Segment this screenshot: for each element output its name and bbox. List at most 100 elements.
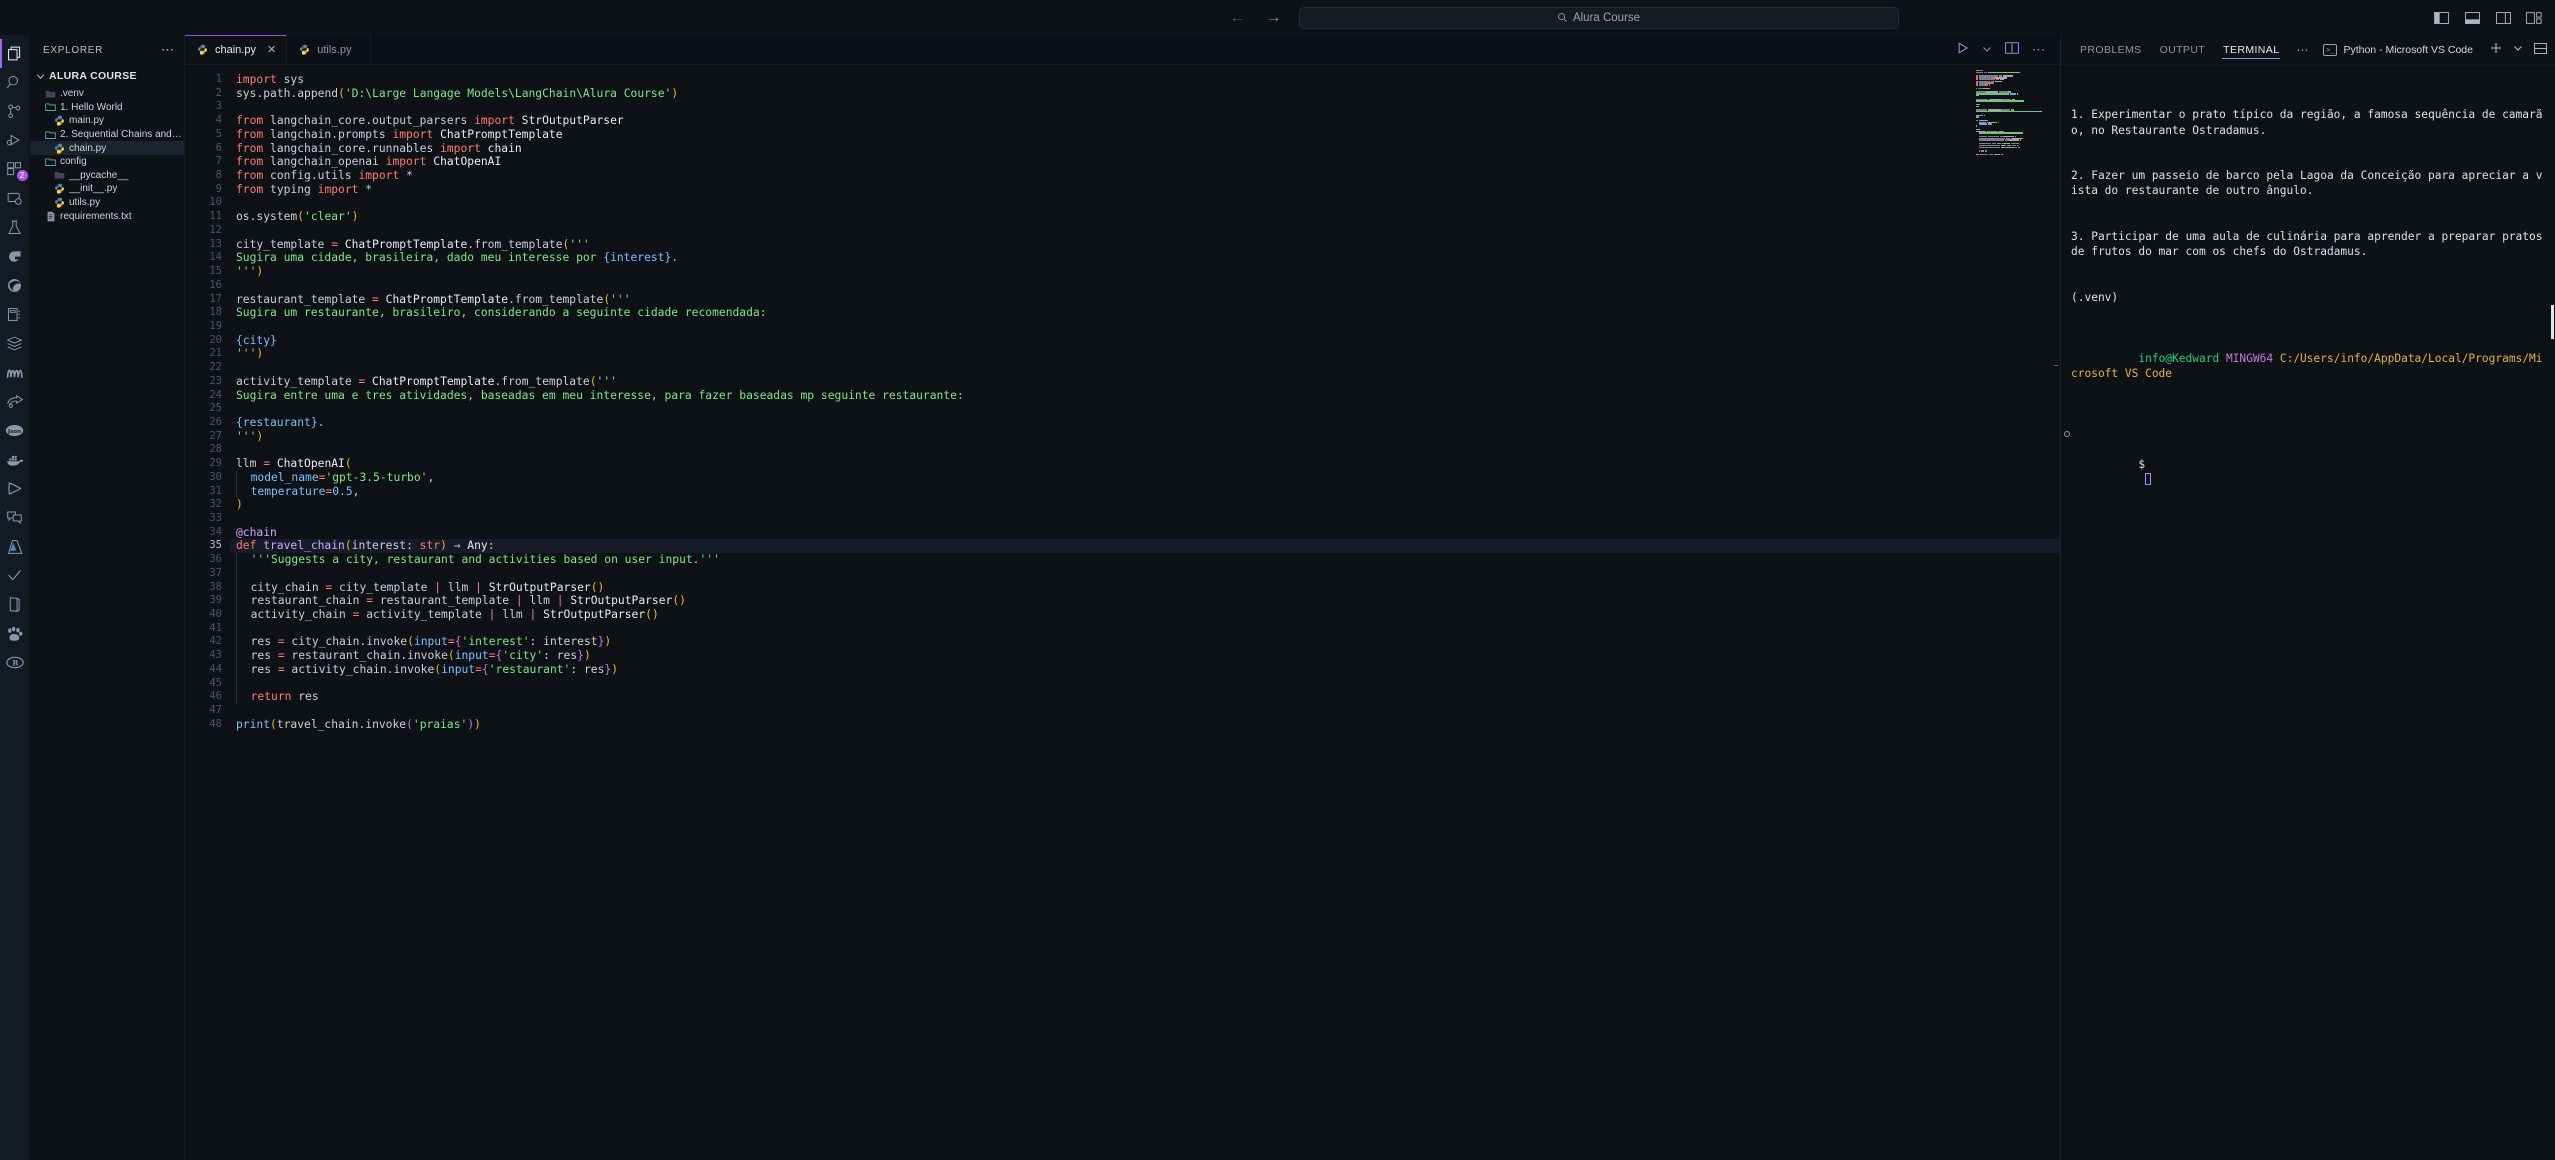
code-line[interactable]: os.system('clear') (230, 210, 2060, 224)
split-panel-icon[interactable] (2534, 42, 2547, 57)
tree-item-1-hello-world[interactable]: 1. Hello World (30, 101, 184, 115)
terminal-input-line[interactable]: $ (2064, 427, 2545, 503)
sidebar-item-notebooks[interactable] (0, 300, 30, 329)
code-line[interactable]: Sugira uma cidade, brasileira, dado meu … (230, 251, 2060, 265)
sidebar-item-explorer[interactable] (0, 39, 30, 68)
sidebar-item-edge-tools[interactable] (0, 271, 30, 300)
code-line[interactable]: restaurant_chain = restaurant_template |… (236, 594, 2060, 609)
sidebar-item-source-control[interactable] (0, 97, 30, 126)
new-terminal-icon[interactable] (2490, 42, 2502, 57)
code-line[interactable]: res = restaurant_chain.invoke(input={'ci… (236, 649, 2060, 663)
code-line[interactable] (230, 196, 2060, 210)
code-line[interactable] (236, 676, 2060, 691)
sidebar-item-todo-tree[interactable] (0, 561, 30, 590)
tree-item-pycache[interactable]: __pycache__ (30, 169, 184, 183)
code-line[interactable]: Sugira entre uma e tres atividades, base… (230, 389, 2060, 403)
tree-item-requirements-txt[interactable]: requirements.txt (30, 209, 184, 223)
code-line[interactable]: llm = ChatOpenAI( (230, 457, 2060, 471)
split-editor-icon[interactable] (2005, 41, 2019, 59)
tree-item-chain-py[interactable]: chain.py (30, 141, 184, 155)
tab-problems[interactable]: PROBLEMS (2071, 35, 2151, 65)
code-line[interactable]: @chain (230, 526, 2060, 540)
toggle-primary-sidebar-icon[interactable] (2432, 11, 2450, 25)
close-icon[interactable]: ✕ (267, 43, 276, 56)
terminal-scrollbar[interactable] (2551, 305, 2554, 339)
code-line[interactable]: restaurant_template = ChatPromptTemplate… (230, 293, 2060, 307)
code-line[interactable]: activity_chain = activity_template | llm… (236, 608, 2060, 622)
sidebar-item-thunder-client[interactable] (0, 474, 30, 503)
sidebar-item-gitlens[interactable] (0, 242, 30, 271)
toggle-panel-icon[interactable] (2463, 11, 2481, 25)
terminal-selector[interactable]: >_ Python - Microsoft VS Code (2323, 43, 2473, 56)
code-line[interactable]: ) (230, 498, 2060, 512)
code-line[interactable]: temperature=0.5, (236, 484, 2060, 499)
more-actions-icon[interactable]: ⋯ (2032, 43, 2046, 56)
tree-item-utils-py[interactable]: utils.py (30, 196, 184, 210)
code-line[interactable]: sys.path.append('D:\Large Langage Models… (230, 87, 2060, 101)
code-line[interactable]: from typing import * (230, 183, 2060, 197)
code-line[interactable]: from langchain_openai import ChatOpenAI (230, 155, 2060, 169)
code-line[interactable]: print(travel_chain.invoke('praias')) (230, 718, 2060, 732)
sidebar-item-baidu[interactable] (0, 619, 30, 648)
arrow-right-icon[interactable]: → (1263, 7, 1285, 29)
editor-vertical-scrollbar[interactable] (2050, 65, 2060, 1160)
sidebar-item-remote-explorer[interactable] (0, 184, 30, 213)
sidebar-item-live-share[interactable] (0, 387, 30, 416)
code-line[interactable]: res = activity_chain.invoke(input={'rest… (236, 662, 2060, 677)
arrow-left-icon[interactable]: ← (1227, 7, 1249, 29)
code-line[interactable]: from config.utils import * (230, 169, 2060, 183)
ellipsis-icon[interactable]: ⋯ (161, 43, 175, 56)
code-line[interactable] (230, 224, 2060, 238)
code-line[interactable]: from langchain_core.runnables import cha… (230, 142, 2060, 156)
tree-item-2-sequential-chains-and-output-par[interactable]: 2. Sequential Chains and Output Par... (30, 128, 184, 142)
code-content[interactable]: import sys sys.path.append('D:\Large Lang… (230, 65, 2060, 1160)
code-line[interactable]: {city} (230, 334, 2060, 348)
sidebar-item-extensions[interactable]: 2 (0, 155, 30, 184)
code-line[interactable]: ''') (230, 265, 2060, 279)
sidebar-item-mongodb[interactable] (0, 358, 30, 387)
code-line[interactable] (236, 621, 2060, 636)
tab-output[interactable]: OUTPUT (2151, 35, 2215, 65)
code-line[interactable]: res = city_chain.invoke(input={'interest… (236, 635, 2060, 650)
code-line[interactable]: import sys (230, 73, 2060, 87)
code-line[interactable] (230, 443, 2060, 457)
sidebar-item-run-and-debug[interactable] (0, 126, 30, 155)
code-line[interactable]: return res (236, 690, 2060, 705)
code-editor[interactable]: 1 2 3 4 5 6 7 8 9 10 11 12 13 14 15 16 17 18 19 20 21 22 23 24 2… (185, 65, 2060, 1160)
code-line[interactable]: Sugira um restaurante, brasileiro, consi… (230, 306, 2060, 320)
sidebar-item-bookmarks[interactable] (0, 590, 30, 619)
code-line[interactable] (230, 402, 2060, 416)
code-line[interactable] (230, 279, 2060, 293)
code-line[interactable] (230, 100, 2060, 114)
command-center[interactable]: Alura Course (1298, 6, 1899, 29)
terminal-output[interactable]: 1. Experimentar o prato típico da região… (2061, 65, 2555, 1160)
sidebar-item-chat[interactable] (0, 503, 30, 532)
tab-utils-py[interactable]: utils.py (287, 35, 372, 64)
code-line[interactable] (236, 566, 2060, 581)
sidebar-item-json-tools[interactable]: Json (0, 416, 30, 445)
sidebar-item-search[interactable] (0, 68, 30, 97)
sidebar-item-azure[interactable] (0, 532, 30, 561)
code-line[interactable]: def travel_chain(interest: str) → Any: (230, 539, 2060, 554)
code-line[interactable] (230, 361, 2060, 375)
code-line[interactable]: {restaurant}. (230, 416, 2060, 430)
code-line[interactable]: city_chain = city_template | llm | StrOu… (236, 580, 2060, 595)
sidebar-item-docker[interactable] (0, 445, 30, 474)
code-line[interactable]: model_name='gpt-3.5-turbo', (236, 470, 2060, 485)
code-line[interactable] (230, 704, 2060, 718)
workspace-root-row[interactable]: ALURA COURSE (30, 65, 184, 87)
chevron-down-icon[interactable] (2513, 43, 2523, 56)
code-line[interactable] (230, 320, 2060, 334)
code-line[interactable]: ''') (230, 430, 2060, 444)
code-line[interactable]: '''Suggests a city, restaurant and activ… (236, 553, 2060, 567)
code-line[interactable]: from langchain.prompts import ChatPrompt… (230, 128, 2060, 142)
code-line[interactable]: activity_template = ChatPromptTemplate.f… (230, 375, 2060, 389)
scrollbar-thumb[interactable] (2054, 365, 2058, 366)
minimap[interactable] (1976, 70, 2052, 156)
tab-chain-py[interactable]: chain.py ✕ (185, 35, 288, 64)
tree-item-config[interactable]: config (30, 155, 184, 169)
tree-item-main-py[interactable]: main.py (30, 114, 184, 128)
sidebar-item-database[interactable] (0, 329, 30, 358)
code-line[interactable]: ''') (230, 347, 2060, 361)
sidebar-item-testing[interactable] (0, 213, 30, 242)
